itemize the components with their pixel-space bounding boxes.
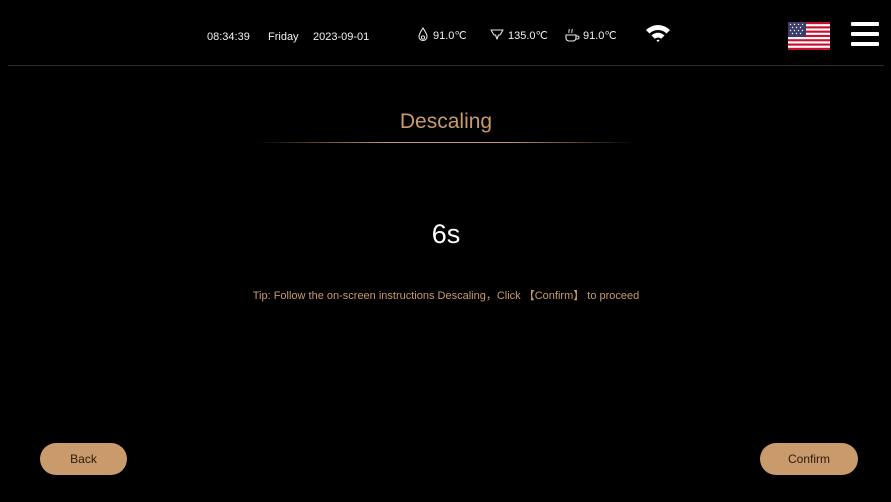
tip-text: Tip: Follow the on-screen instructions D… [252, 290, 640, 302]
brew-temperature: 91.0℃ [564, 24, 617, 46]
steam-icon [489, 27, 505, 43]
back-button[interactable]: Back [40, 443, 127, 475]
confirm-button[interactable]: Confirm [760, 443, 858, 475]
water-temperature: 91.0℃ [416, 24, 467, 46]
status-bar: 08:34:39 Friday 2023-09-01 91.0℃ 135.0℃ [8, 7, 884, 65]
hamburger-menu-icon[interactable] [850, 19, 880, 54]
water-drop-icon [416, 27, 430, 43]
wifi-icon [645, 22, 671, 49]
app-screen: 08:34:39 Friday 2023-09-01 91.0℃ 135.0℃ [8, 7, 884, 495]
title-underline [256, 142, 636, 143]
status-divider [8, 65, 884, 66]
status-day: Friday [268, 31, 299, 43]
status-time: 08:34:39 [207, 31, 250, 43]
water-temperature-value: 91.0℃ [433, 29, 467, 42]
page-title: Descaling [399, 110, 493, 133]
status-date: 2023-09-01 [313, 31, 370, 43]
brew-temperature-value: 91.0℃ [583, 29, 617, 42]
steam-temperature-value: 135.0℃ [508, 29, 548, 42]
steam-temperature: 135.0℃ [489, 24, 548, 46]
coffee-cup-icon [564, 27, 580, 43]
us-flag-icon[interactable] [788, 22, 830, 55]
countdown-timer: 6s [431, 219, 461, 249]
